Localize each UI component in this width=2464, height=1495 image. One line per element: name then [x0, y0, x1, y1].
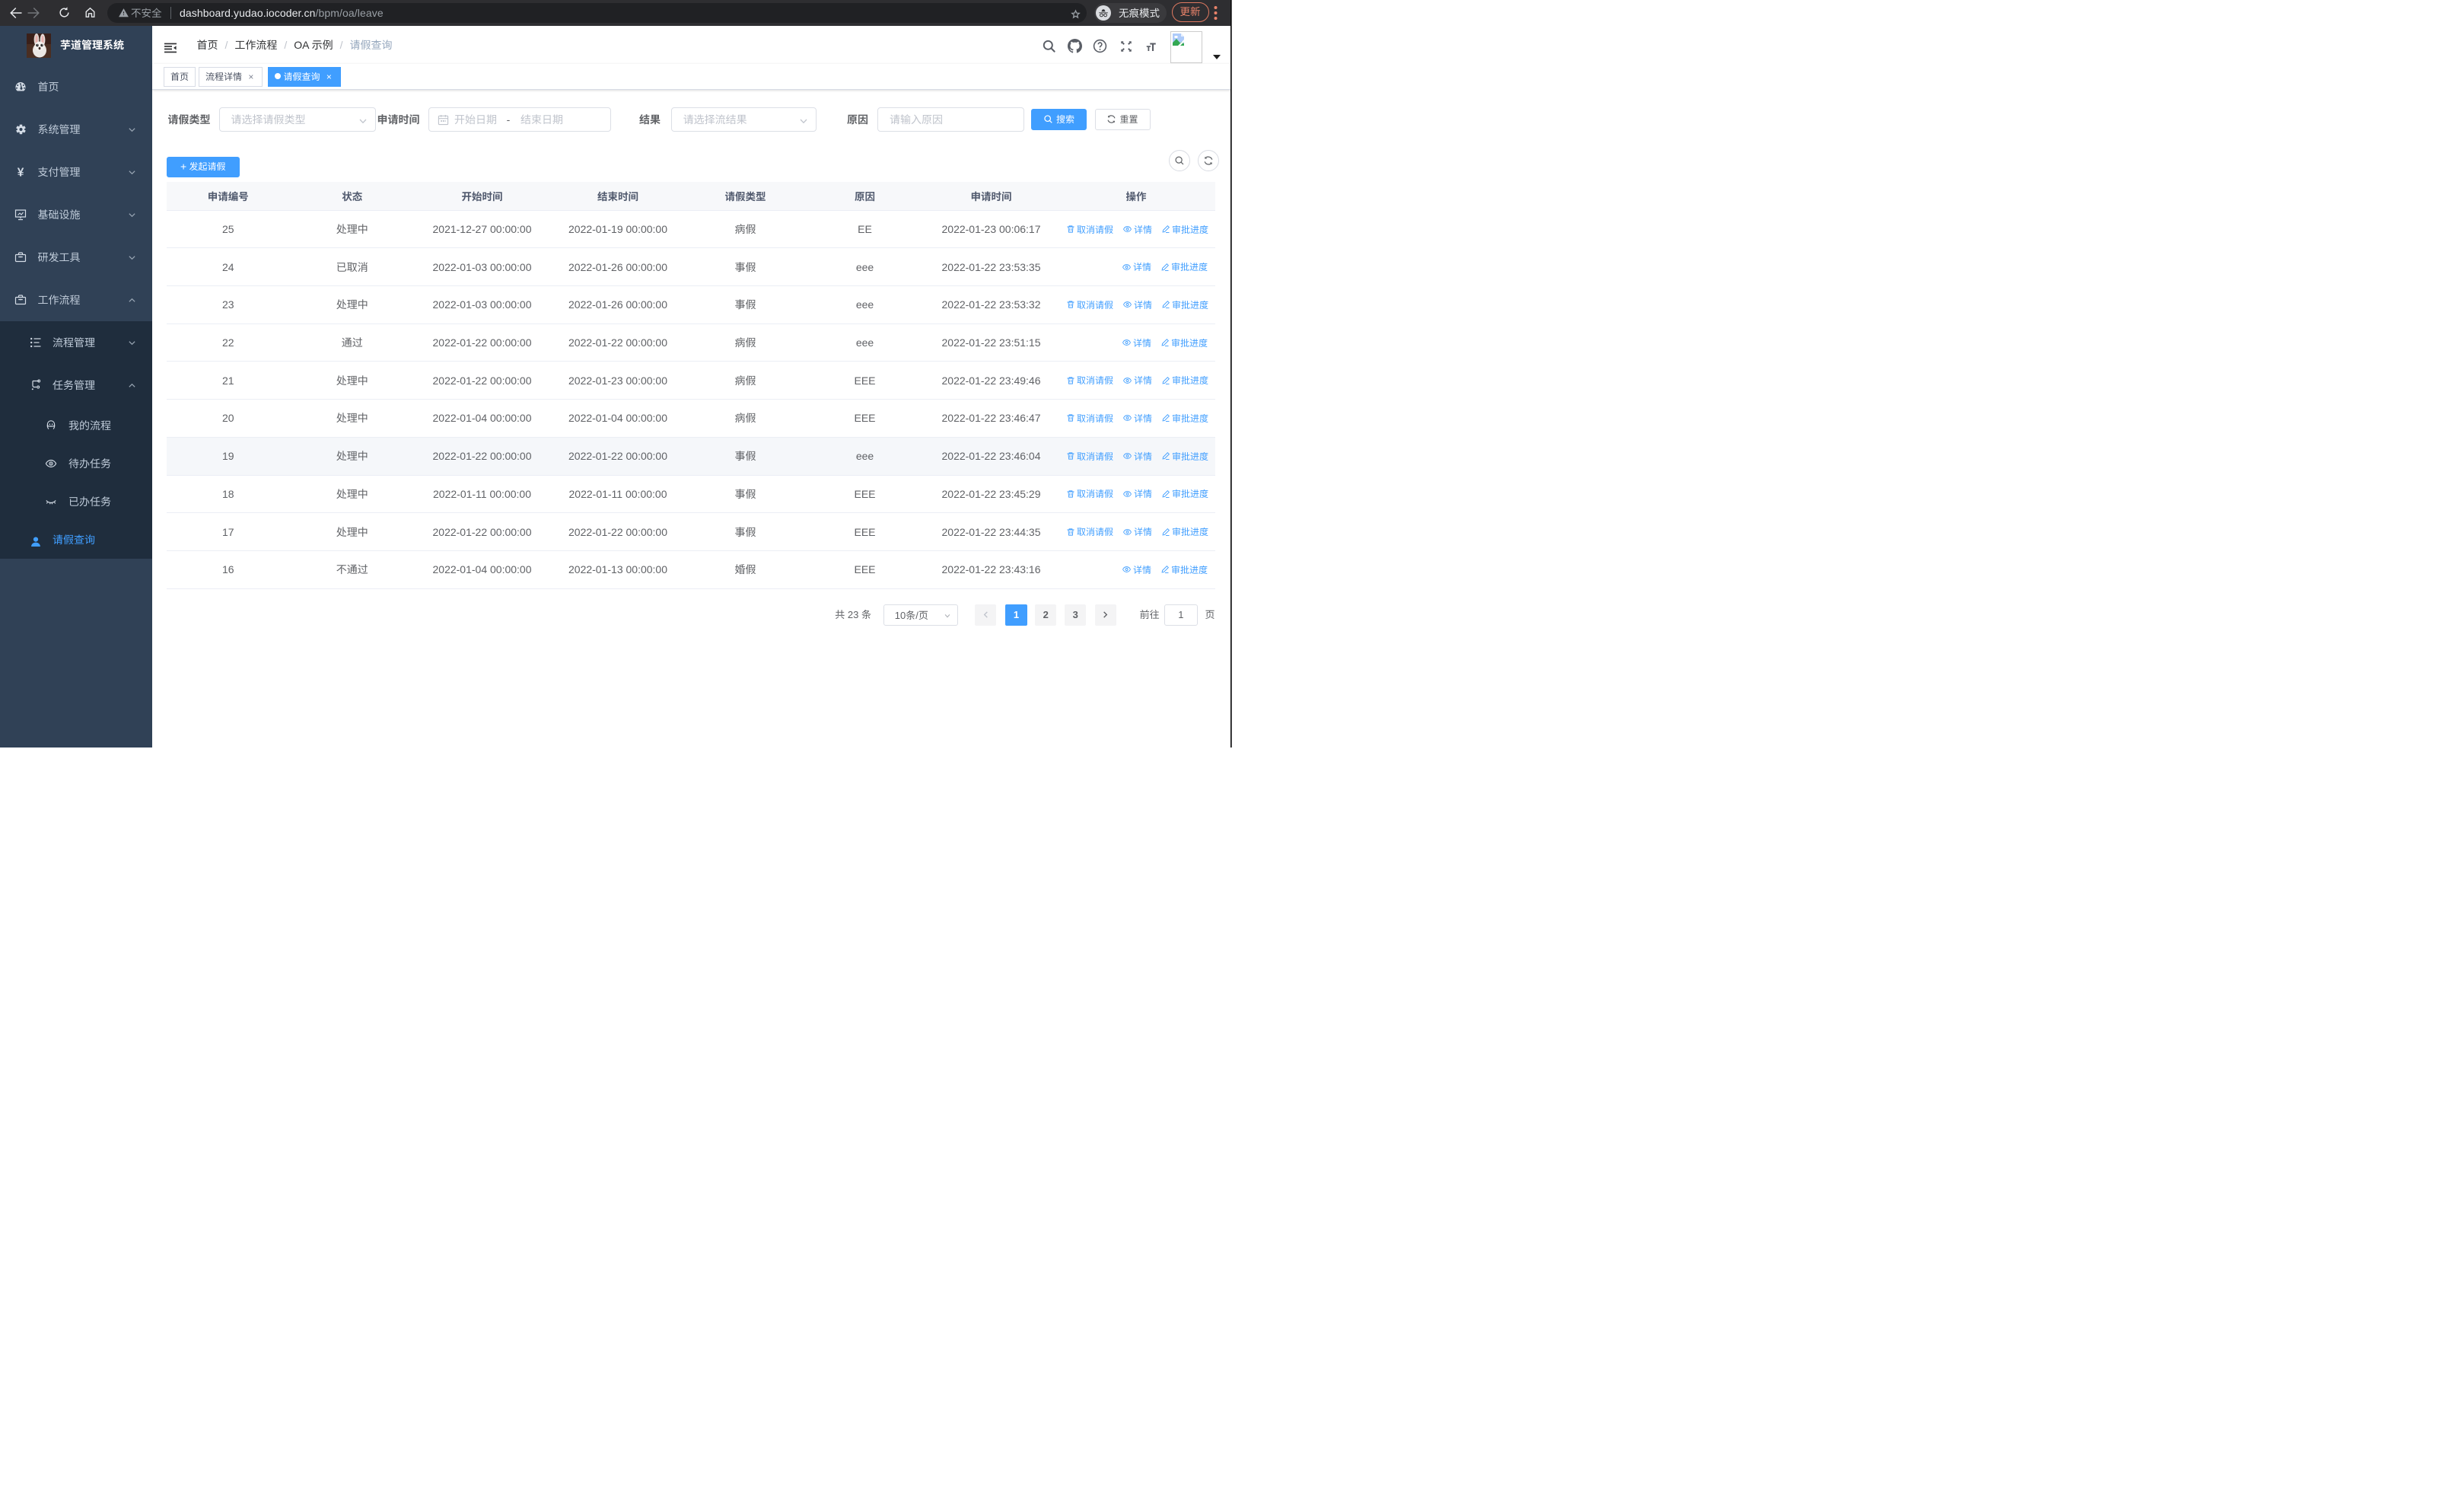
svg-text:¥: ¥ — [18, 167, 24, 179]
